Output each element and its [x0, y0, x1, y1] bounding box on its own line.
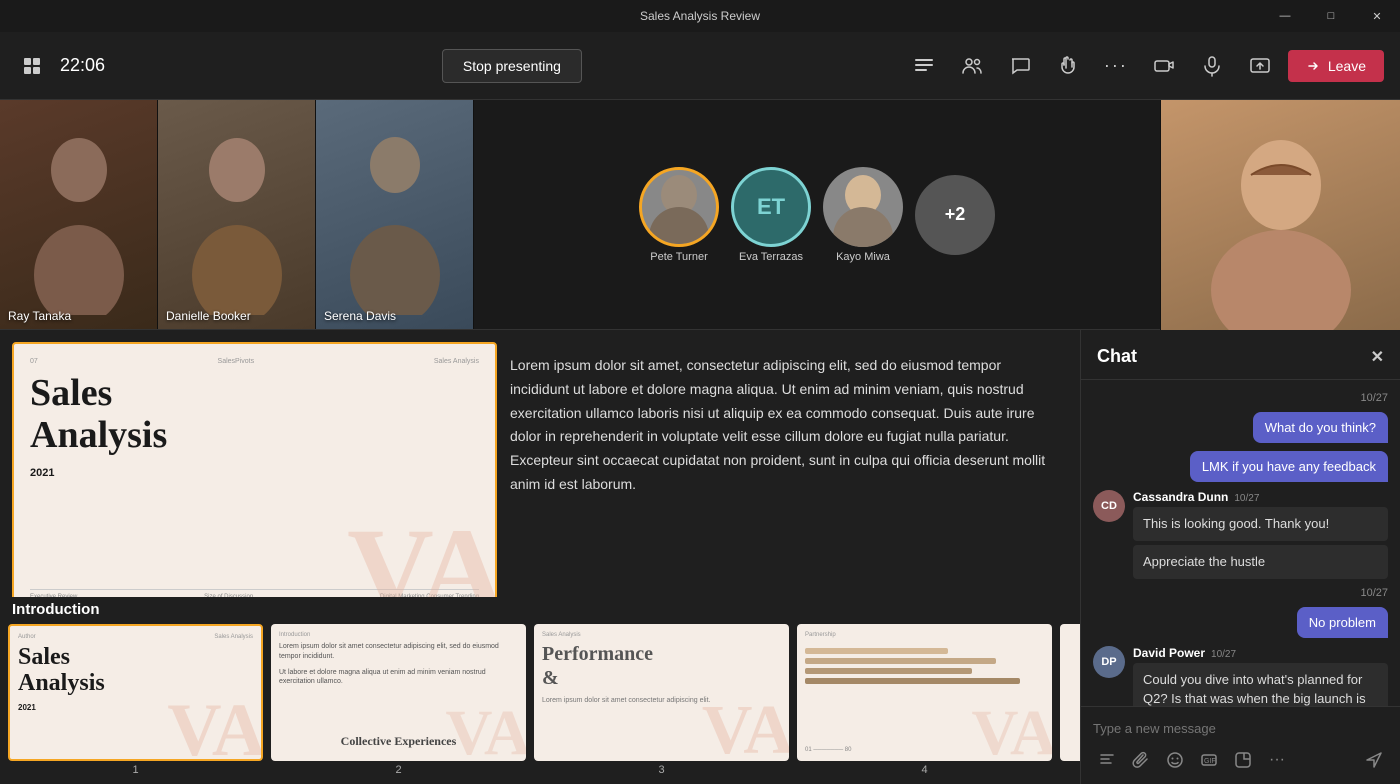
main-area: 07 SalesPivots Sales Analysis SalesAnaly… [0, 330, 1400, 784]
people-button[interactable] [952, 46, 992, 86]
chat-header: Chat ✕ [1081, 330, 1400, 380]
presentation-section: 07 SalesPivots Sales Analysis SalesAnaly… [0, 330, 1080, 784]
minimize-button[interactable]: — [1262, 0, 1308, 32]
toolbar-left: 22:06 [16, 50, 120, 82]
leave-button[interactable]: Leave [1288, 50, 1384, 82]
msg-row-cassandra: CD Cassandra Dunn 10/27 This is looking … [1093, 490, 1388, 579]
window-controls: — □ ✕ [1262, 0, 1400, 32]
chat-input[interactable] [1093, 717, 1388, 740]
close-chat-button[interactable]: ✕ [1371, 347, 1384, 367]
main-toolbar: 22:06 Stop presenting [0, 32, 1400, 100]
chat-input-area: GIF ··· [1081, 706, 1400, 784]
current-slide-container: 07 SalesPivots Sales Analysis SalesAnaly… [12, 342, 502, 585]
share-screen-button[interactable] [1240, 46, 1280, 86]
slide-header: 07 SalesPivots Sales Analysis [30, 358, 479, 365]
msg-bubble-2: LMK if you have any feedback [1190, 451, 1388, 482]
current-slide: 07 SalesPivots Sales Analysis SalesAnaly… [12, 342, 497, 597]
participant-name-ray-tanaka: Ray Tanaka [8, 309, 71, 323]
participant-video-danielle-booker[interactable]: Danielle Booker [158, 100, 316, 329]
avatar-cassandra: CD [1093, 490, 1125, 522]
msg-text-cassandra-1: This is looking good. Thank you! [1133, 507, 1388, 541]
emoji-button[interactable] [1161, 746, 1189, 774]
msg-time-david: 10/27 [1211, 649, 1236, 660]
gif-button[interactable]: GIF [1195, 746, 1223, 774]
avatar-pete-turner[interactable]: Pete Turner [639, 167, 719, 263]
msg-content-cassandra: Cassandra Dunn 10/27 This is looking goo… [1133, 490, 1388, 579]
avatar-label-eva: Eva Terrazas [739, 251, 803, 263]
slide-year: 2021 [30, 467, 54, 479]
participant-name-danielle-booker: Danielle Booker [166, 309, 251, 323]
participants-list-button[interactable] [904, 46, 944, 86]
chat-more-button[interactable]: ··· [1263, 746, 1291, 774]
sticker-button[interactable] [1229, 746, 1257, 774]
participant-video-serena-davis[interactable]: Serena Davis [316, 100, 474, 329]
participant-video-ray-tanaka[interactable]: Ray Tanaka [0, 100, 158, 329]
intro-label: Introduction [0, 597, 1080, 624]
title-bar: Sales Analysis Review — □ ✕ [0, 0, 1400, 32]
toolbar-center: Stop presenting [120, 49, 904, 83]
thumbnail-4[interactable]: Partnership 01 ─────── 80 VA 4 [797, 624, 1052, 776]
send-message-button[interactable] [1360, 746, 1388, 774]
chat-panel: Chat ✕ 10/27 What do you think? LMK if y… [1080, 330, 1400, 784]
slide-watermark: VA [347, 510, 497, 597]
participants-row: Ray Tanaka Danielle Booker Serena Davis [0, 100, 1400, 330]
stop-presenting-button[interactable]: Stop presenting [442, 49, 582, 83]
chat-toolbar: GIF ··· [1093, 746, 1388, 774]
close-button[interactable]: ✕ [1354, 0, 1400, 32]
thumbnail-2[interactable]: Introduction Lorem ipsum dolor sit amet … [271, 624, 526, 776]
msg-row-david: DP David Power 10/27 Could you dive into… [1093, 646, 1388, 706]
attach-button[interactable] [1127, 746, 1155, 774]
chat-title: Chat [1097, 346, 1137, 367]
maximize-button[interactable]: □ [1308, 0, 1354, 32]
grid-icon[interactable] [16, 50, 48, 82]
toolbar-right: ··· Le [904, 46, 1384, 86]
camera-button[interactable] [1144, 46, 1184, 86]
avatar-more[interactable]: +2 [915, 175, 995, 255]
avatar-participants: Pete Turner ET Eva Terrazas Kayo Miwa +2 [474, 100, 1160, 329]
chat-button[interactable] [1000, 46, 1040, 86]
slide-body-text: Lorem ipsum dolor sit amet, consectetur … [502, 342, 1068, 585]
call-timer: 22:06 [60, 55, 120, 76]
msg-time-cassandra: 10/27 [1234, 493, 1259, 504]
participant-name-serena-davis: Serena Davis [324, 309, 396, 323]
thumbnail-1[interactable]: AuthorSales Analysis SalesAnalysis 2021 … [8, 624, 263, 776]
avatar-label-kayo: Kayo Miwa [836, 251, 890, 263]
svg-text:GIF: GIF [1204, 758, 1216, 765]
window-title: Sales Analysis Review [640, 9, 760, 23]
slide-main-title: SalesAnalysis [30, 373, 167, 457]
msg-bubble-1: What do you think? [1253, 412, 1388, 443]
featured-video [1160, 100, 1400, 330]
thumbnail-5[interactable]: Fabrikam –VanArsdel 5 [1060, 624, 1080, 776]
avatar-label-pete: Pete Turner [650, 251, 707, 263]
microphone-button[interactable] [1192, 46, 1232, 86]
chat-messages[interactable]: 10/27 What do you think? LMK if you have… [1081, 380, 1400, 706]
msg-timestamp-1: 10/27 [1360, 392, 1388, 404]
msg-text-cassandra-2: Appreciate the hustle [1133, 545, 1388, 579]
format-text-button[interactable] [1093, 746, 1121, 774]
avatar-eva-terrazas[interactable]: ET Eva Terrazas [731, 167, 811, 263]
thumbnail-3[interactable]: Sales Analysis Performance& Lorem ipsum … [534, 624, 789, 776]
slide-presenter-area: 07 SalesPivots Sales Analysis SalesAnaly… [0, 330, 1080, 597]
sender-cassandra: Cassandra Dunn [1133, 490, 1228, 504]
msg-timestamp-3: 10/27 [1360, 587, 1388, 599]
avatar-david: DP [1093, 646, 1125, 678]
msg-text-david: Could you dive into what's planned for Q… [1133, 663, 1388, 706]
raise-hand-button[interactable] [1048, 46, 1088, 86]
slide-thumbnails: AuthorSales Analysis SalesAnalysis 2021 … [0, 624, 1080, 784]
avatar-kayo-miwa[interactable]: Kayo Miwa [823, 167, 903, 263]
msg-content-david: David Power 10/27 Could you dive into wh… [1133, 646, 1388, 706]
sender-david: David Power [1133, 646, 1205, 660]
msg-bubble-3: No problem [1297, 607, 1388, 638]
more-options-button[interactable]: ··· [1096, 46, 1136, 86]
